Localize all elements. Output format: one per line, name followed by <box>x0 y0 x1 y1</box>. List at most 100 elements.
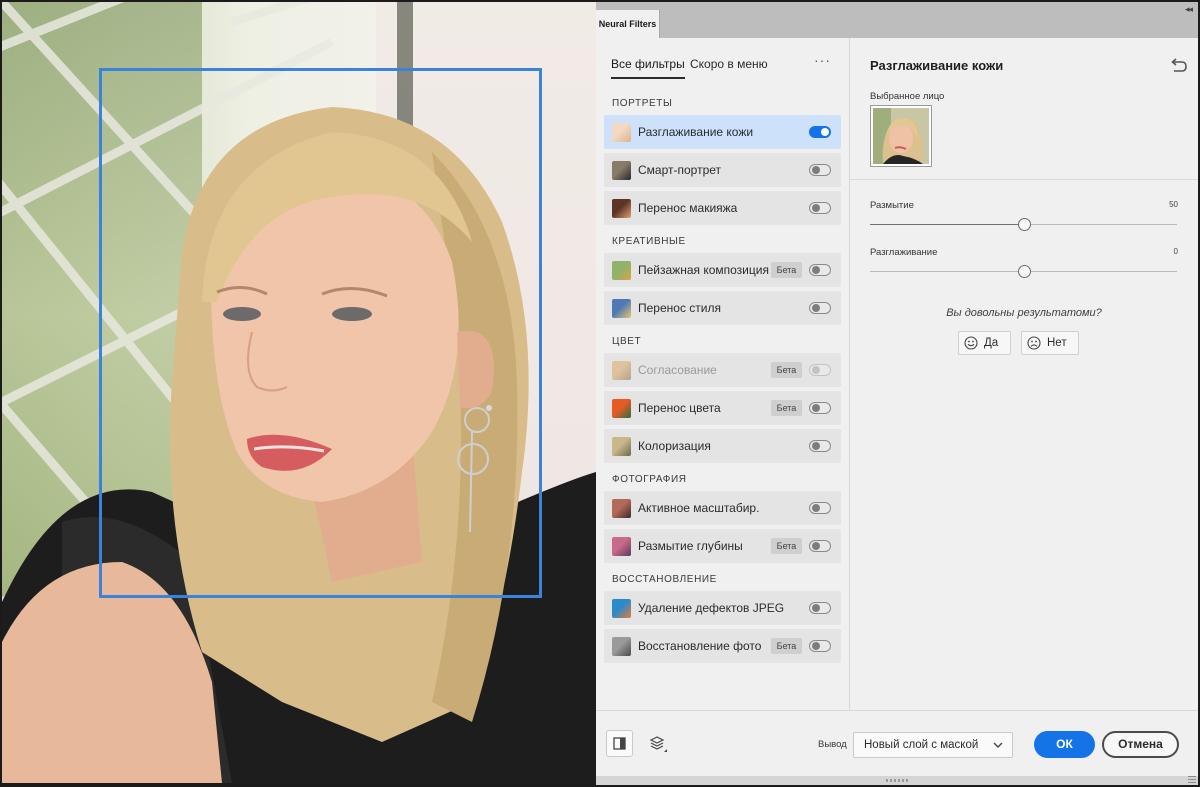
filter-item-label: Перенос макияжа <box>638 201 738 215</box>
filter-item[interactable]: Удаление дефектов JPEG <box>604 591 841 625</box>
toggle-knob <box>812 204 820 212</box>
filter-item[interactable]: Восстановление фото Бета <box>604 629 841 663</box>
filter-toggle[interactable] <box>809 440 831 452</box>
filter-list-column: Все фильтры Скоро в меню ··· ПОРТРЕТЫ Раз… <box>596 38 849 710</box>
filter-toggle[interactable] <box>809 202 831 214</box>
filter-toggle[interactable] <box>809 502 831 514</box>
more-options-icon[interactable]: ··· <box>814 52 831 68</box>
panel-resize-grip[interactable] <box>886 779 908 782</box>
selected-face-label: Выбранное лицо <box>870 91 945 102</box>
section-label: КРЕАТИВНЫЕ <box>612 236 686 247</box>
blur-slider[interactable] <box>870 218 1177 231</box>
filter-toggle[interactable] <box>809 126 831 138</box>
smoothness-slider[interactable] <box>870 265 1177 278</box>
filter-toggle[interactable] <box>809 264 831 276</box>
harmonization-icon <box>612 361 631 380</box>
makeup-transfer-icon <box>612 199 631 218</box>
blur-slider-value: 50 <box>1169 200 1178 209</box>
beta-badge: Бета <box>771 400 802 416</box>
toggle-knob <box>812 366 820 374</box>
filter-toggle[interactable] <box>809 640 831 652</box>
smart-portrait-icon <box>612 161 631 180</box>
toggle-knob <box>812 266 820 274</box>
panel-header: Neural Filters ◂◂ <box>596 2 1198 38</box>
filter-item[interactable]: Разглаживание кожи <box>604 115 841 149</box>
jpeg-artifacts-icon <box>612 599 631 618</box>
filter-item-label: Разглаживание кожи <box>638 125 754 139</box>
colorize-icon <box>612 437 631 456</box>
output-select[interactable]: Новый слой с маской <box>853 732 1013 758</box>
smoothness-slider-label: Разглаживание <box>870 247 938 258</box>
output-label: Вывод <box>818 739 847 750</box>
filter-item[interactable]: Активное масштабир. <box>604 491 841 525</box>
selected-face-thumbnail[interactable] <box>870 105 932 167</box>
toggle-knob <box>812 404 820 412</box>
panel-tab-title[interactable]: Neural Filters <box>596 10 660 38</box>
show-layer-preview-button[interactable] <box>644 730 671 757</box>
style-transfer-icon <box>612 299 631 318</box>
split-view-icon <box>613 737 626 750</box>
filter-item[interactable]: Перенос цвета Бета <box>604 391 841 425</box>
tab-coming-soon[interactable]: Скоро в меню <box>690 57 768 79</box>
feedback-question: Вы довольны результатоми? <box>946 307 1102 319</box>
smoothness-slider-value: 0 <box>1173 247 1178 256</box>
tab-all-filters[interactable]: Все фильтры <box>611 57 685 79</box>
panel-footer: Вывод Новый слой с маской ОК Отмена <box>596 710 1198 776</box>
beta-badge: Бета <box>771 262 802 278</box>
filter-item-label: Перенос цвета <box>638 401 721 415</box>
toggle-knob <box>812 504 820 512</box>
filter-toggle[interactable] <box>809 364 831 376</box>
cancel-button[interactable]: Отмена <box>1102 731 1179 758</box>
filter-toggle[interactable] <box>809 540 831 552</box>
filter-item-label: Удаление дефектов JPEG <box>638 601 785 615</box>
filter-item[interactable]: Согласование Бета <box>604 353 841 387</box>
filter-settings: Разглаживание кожи Выбранное лицо Размыт… <box>850 38 1198 710</box>
collapse-panel-icon[interactable]: ◂◂ <box>1185 4 1193 15</box>
filter-item-label: Активное масштабир. <box>638 501 760 515</box>
filter-item[interactable]: Колоризация <box>604 429 841 463</box>
filter-item[interactable]: Размытие глубины Бета <box>604 529 841 563</box>
ok-button[interactable]: ОК <box>1034 731 1095 758</box>
filter-item-label: Колоризация <box>638 439 711 453</box>
blur-slider-fill <box>870 224 1024 225</box>
skin-smoothing-icon <box>612 123 631 142</box>
toggle-knob <box>821 128 829 136</box>
filter-toggle[interactable] <box>809 402 831 414</box>
beta-badge: Бета <box>771 362 802 378</box>
feedback-yes-label: Да <box>984 337 999 349</box>
toggle-knob <box>812 166 820 174</box>
feedback-yes-button[interactable]: Да <box>958 331 1011 355</box>
filter-item[interactable]: Перенос стиля <box>604 291 841 325</box>
section-label: ПОРТРЕТЫ <box>612 98 673 109</box>
section-label: ВОССТАНОВЛЕНИЕ <box>612 574 717 585</box>
filter-toggle[interactable] <box>809 164 831 176</box>
settings-divider <box>850 179 1198 180</box>
toggle-knob <box>812 442 820 450</box>
beta-badge: Бета <box>771 538 802 554</box>
filter-toggle[interactable] <box>809 602 831 614</box>
chevron-down-icon <box>993 742 1003 748</box>
blur-slider-knob[interactable] <box>1018 218 1031 231</box>
super-zoom-icon <box>612 499 631 518</box>
toggle-knob <box>812 542 820 550</box>
reset-parameters-icon[interactable] <box>1170 58 1188 74</box>
corner-resize-grip[interactable] <box>1188 776 1196 784</box>
filter-item-label: Пейзажная композиция <box>638 263 769 277</box>
filter-item[interactable]: Пейзажная композиция Бета <box>604 253 841 287</box>
frown-icon <box>1027 336 1041 350</box>
output-select-value: Новый слой с маской <box>864 739 979 751</box>
feedback-no-button[interactable]: Нет <box>1021 331 1079 355</box>
filter-item[interactable]: Перенос макияжа <box>604 191 841 225</box>
smoothness-slider-knob[interactable] <box>1018 265 1031 278</box>
layers-icon <box>649 736 667 752</box>
color-transfer-icon <box>612 399 631 418</box>
toggle-knob <box>812 604 820 612</box>
photo-canvas[interactable] <box>2 2 596 783</box>
photo-restoration-icon <box>612 637 631 656</box>
toggle-knob <box>812 642 820 650</box>
before-after-toggle-button[interactable] <box>606 730 633 757</box>
filter-item[interactable]: Смарт-портрет <box>604 153 841 187</box>
filter-toggle[interactable] <box>809 302 831 314</box>
feedback-no-label: Нет <box>1047 337 1067 349</box>
settings-title: Разглаживание кожи <box>870 58 1004 73</box>
